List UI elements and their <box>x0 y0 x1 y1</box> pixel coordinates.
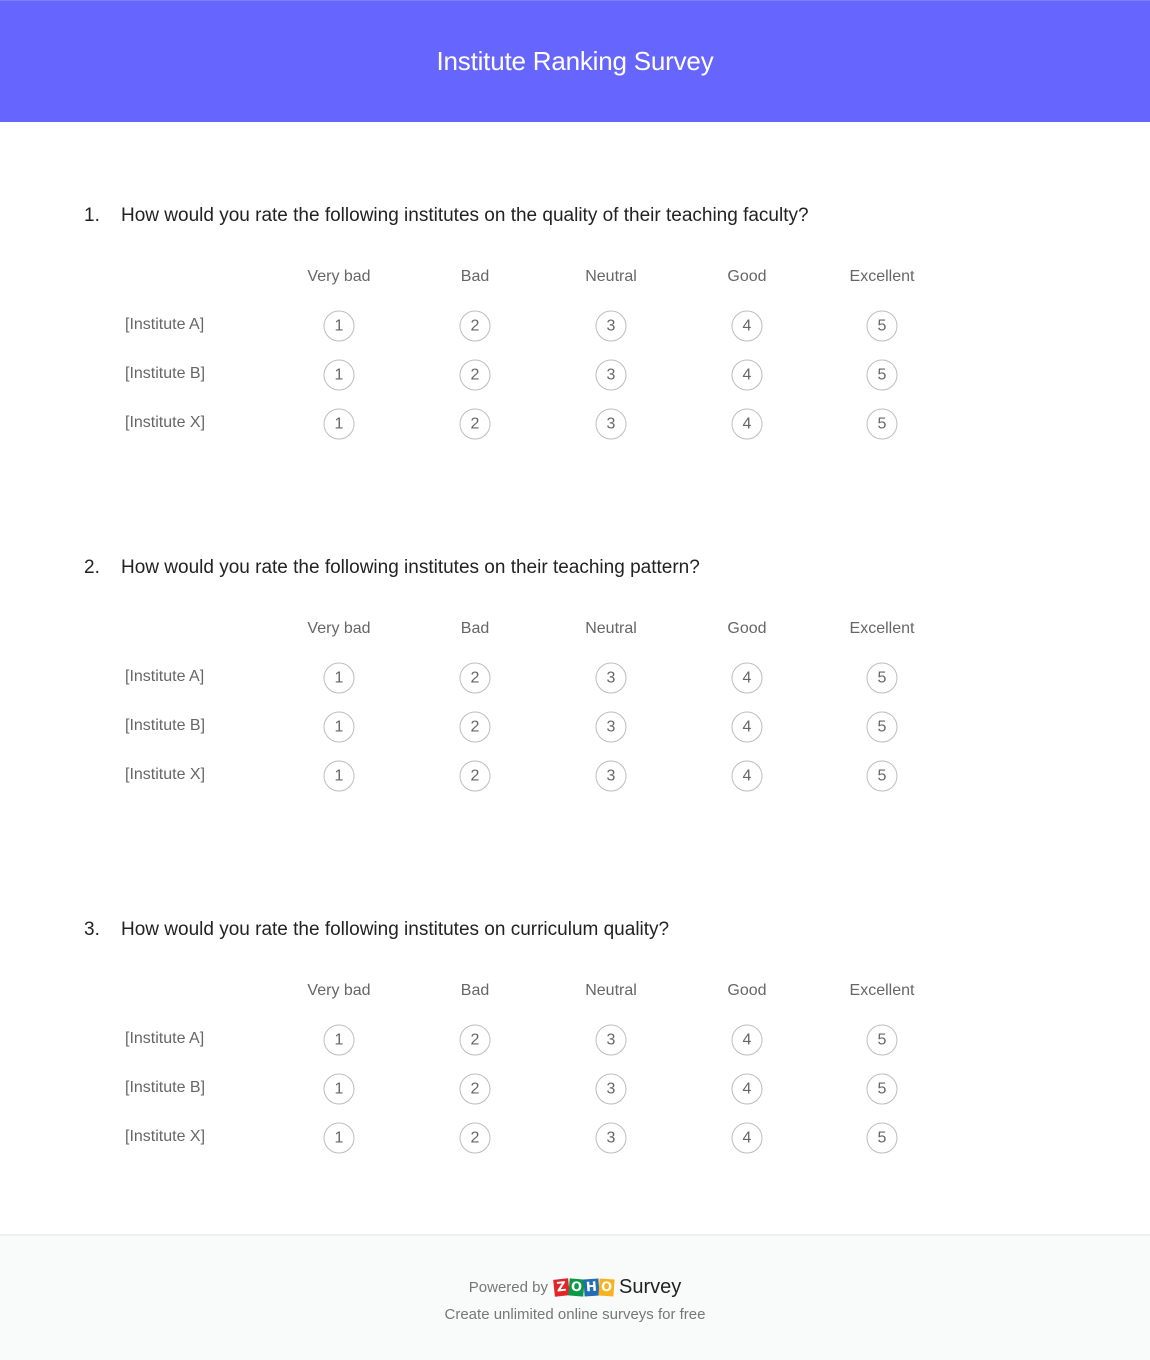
rating-option[interactable]: 5 <box>866 408 898 440</box>
question-label: How would you rate the following institu… <box>121 919 670 940</box>
rating-option[interactable]: 3 <box>595 359 627 391</box>
footer-tagline[interactable]: Create unlimited online surveys for free <box>0 1306 1150 1323</box>
rating-option[interactable]: 2 <box>459 310 491 342</box>
rating-option[interactable]: 5 <box>866 310 898 342</box>
question-number: 3. <box>84 919 100 940</box>
rating-option[interactable]: 3 <box>595 408 627 440</box>
question-label: How would you rate the following institu… <box>121 205 809 226</box>
rating-option[interactable]: 2 <box>459 760 491 792</box>
survey-title: Institute Ranking Survey <box>436 46 714 76</box>
rating-option[interactable]: 3 <box>595 310 627 342</box>
rating-option[interactable]: 2 <box>459 662 491 694</box>
powered-by[interactable]: Powered by Z O H O Survey <box>0 1276 1150 1299</box>
column-header: Good <box>727 982 767 999</box>
rating-option[interactable]: 2 <box>459 711 491 743</box>
column-header: Very bad <box>307 620 371 637</box>
column-header: Good <box>727 268 767 285</box>
rating-option[interactable]: 4 <box>731 408 763 440</box>
row-label: [Institute B] <box>125 1079 206 1096</box>
rating-option[interactable]: 3 <box>595 760 627 792</box>
column-header: Bad <box>460 982 490 999</box>
rating-option[interactable]: 3 <box>595 711 627 743</box>
survey-header: Institute Ranking Survey <box>0 0 1150 122</box>
row-label: [Institute A] <box>125 316 205 333</box>
column-header: Good <box>727 620 767 637</box>
rating-option[interactable]: 5 <box>866 1122 898 1154</box>
row-label: [Institute X] <box>125 414 206 431</box>
product-name: Survey <box>618 1276 682 1298</box>
rating-option[interactable]: 5 <box>866 1073 898 1105</box>
powered-by-label: Powered by <box>468 1279 548 1296</box>
rating-option[interactable]: 1 <box>323 359 355 391</box>
rating-option[interactable]: 4 <box>731 359 763 391</box>
rating-option[interactable]: 4 <box>731 1122 763 1154</box>
rating-option[interactable]: 4 <box>731 711 763 743</box>
rating-option[interactable]: 1 <box>323 711 355 743</box>
rating-option[interactable]: 4 <box>731 1024 763 1056</box>
rating-option[interactable]: 4 <box>731 760 763 792</box>
column-header: Neutral <box>585 982 637 999</box>
rating-option[interactable]: 1 <box>323 310 355 342</box>
zoho-logo-icon: Z O H O <box>553 1278 615 1297</box>
rating-option[interactable]: 1 <box>323 760 355 792</box>
rating-option[interactable]: 5 <box>866 760 898 792</box>
row-label: [Institute A] <box>125 668 205 685</box>
rating-option[interactable]: 1 <box>323 1073 355 1105</box>
rating-option[interactable]: 3 <box>595 1122 627 1154</box>
rating-option[interactable]: 2 <box>459 1122 491 1154</box>
zoho-letter-z: Z <box>553 1278 570 1297</box>
rating-option[interactable]: 1 <box>323 662 355 694</box>
column-header: Very bad <box>307 982 371 999</box>
row-label: [Institute A] <box>125 1030 205 1047</box>
row-label: [Institute B] <box>125 717 206 734</box>
rating-option[interactable]: 1 <box>323 1024 355 1056</box>
footer: Powered by Z O H O Survey Create unlimit… <box>0 1234 1150 1360</box>
rating-option[interactable]: 5 <box>866 662 898 694</box>
rating-option[interactable]: 2 <box>459 359 491 391</box>
rating-option[interactable]: 3 <box>595 1024 627 1056</box>
column-header: Excellent <box>849 982 915 999</box>
zoho-letter-o2: O <box>598 1278 615 1297</box>
question-label: How would you rate the following institu… <box>121 557 700 578</box>
rating-option[interactable]: 5 <box>866 711 898 743</box>
rating-option[interactable]: 5 <box>866 1024 898 1056</box>
rating-option[interactable]: 4 <box>731 662 763 694</box>
column-header: Neutral <box>585 620 637 637</box>
zoho-letter-o: O <box>568 1278 585 1297</box>
rating-option[interactable]: 2 <box>459 1073 491 1105</box>
column-header: Excellent <box>849 268 915 285</box>
rating-option[interactable]: 1 <box>323 408 355 440</box>
rating-option[interactable]: 3 <box>595 662 627 694</box>
question-text: 3. How would you rate the following insti… <box>84 919 669 941</box>
column-header: Neutral <box>585 268 637 285</box>
rating-option[interactable]: 4 <box>731 1073 763 1105</box>
question-text: 2. How would you rate the following insti… <box>84 557 700 579</box>
column-header: Bad <box>460 620 490 637</box>
column-header: Very bad <box>307 268 371 285</box>
column-header: Excellent <box>849 620 915 637</box>
rating-option[interactable]: 2 <box>459 1024 491 1056</box>
rating-option[interactable]: 3 <box>595 1073 627 1105</box>
row-label: [Institute X] <box>125 766 206 783</box>
column-header: Bad <box>460 268 490 285</box>
row-label: [Institute B] <box>125 365 206 382</box>
rating-option[interactable]: 5 <box>866 359 898 391</box>
row-label: [Institute X] <box>125 1128 206 1145</box>
zoho-letter-h: H <box>583 1278 600 1297</box>
question-number: 1. <box>84 205 100 226</box>
rating-option[interactable]: 2 <box>459 408 491 440</box>
question-text: 1. How would you rate the following insti… <box>84 205 809 227</box>
question-number: 2. <box>84 557 100 578</box>
rating-option[interactable]: 1 <box>323 1122 355 1154</box>
rating-option[interactable]: 4 <box>731 310 763 342</box>
